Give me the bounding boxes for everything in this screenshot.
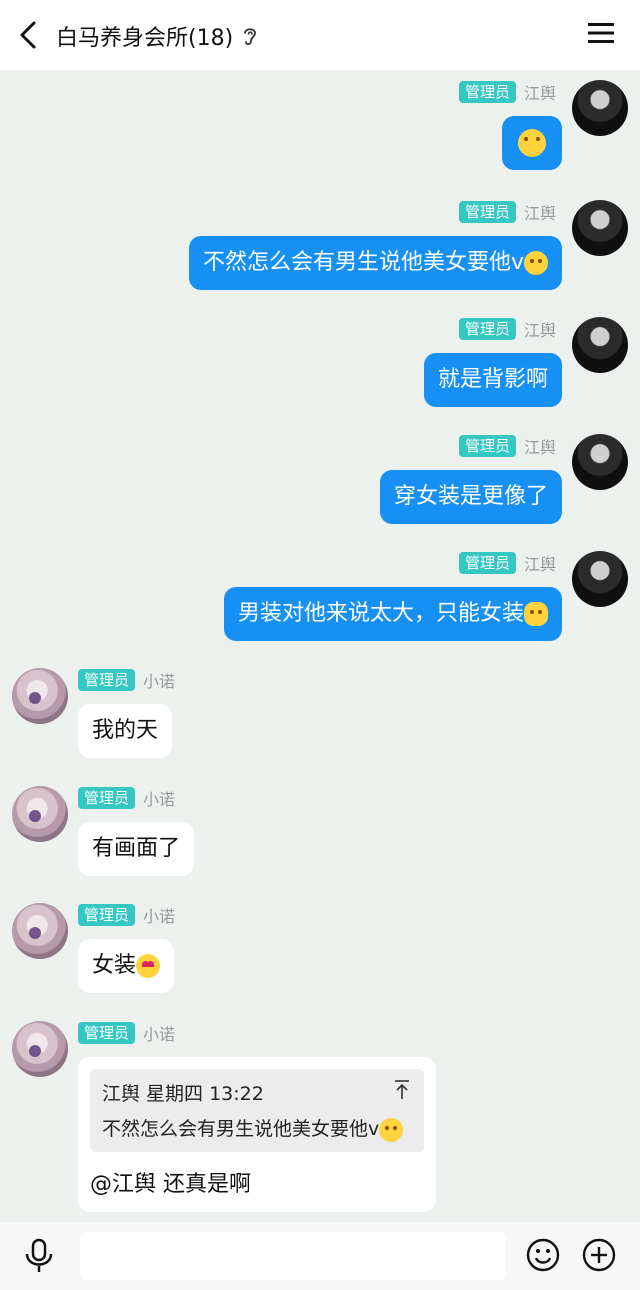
sender-name[interactable]: 小诺	[143, 1021, 175, 1045]
sender-name[interactable]: 小诺	[143, 786, 175, 810]
message-item: 管理员 小诺 我的天	[0, 668, 640, 768]
sender-name[interactable]: 江舆	[524, 200, 556, 224]
message-meta: 管理员 江舆	[458, 551, 556, 575]
message-meta: 管理员 江舆	[458, 80, 556, 104]
admin-badge: 管理员	[78, 1022, 136, 1044]
avatar[interactable]	[572, 200, 628, 256]
back-icon[interactable]	[16, 20, 40, 50]
message-bubble[interactable]: 我的天	[78, 704, 173, 758]
avatar[interactable]	[12, 903, 68, 959]
avatar[interactable]	[12, 786, 68, 842]
message-text: 就是背影啊	[437, 367, 548, 392]
ear-icon	[244, 28, 257, 46]
message-item: 管理员 江舆 穿女装是更像了	[0, 424, 640, 534]
quote-header: 江舆 星期四 13:22	[102, 1083, 264, 1105]
add-attachment-icon[interactable]	[582, 1238, 616, 1272]
message-meta: 管理员 小诺	[78, 1021, 175, 1045]
reply-text: @江舆 还真是啊	[90, 1171, 251, 1197]
tongue-emoji-icon	[379, 1117, 404, 1142]
sender-name[interactable]: 江舆	[524, 551, 556, 575]
tongue-emoji-icon	[524, 251, 548, 275]
message-text: 男装对他来说太大，只能女装	[237, 601, 524, 626]
message-text: 穿女装是更像了	[393, 484, 548, 509]
message-item: 管理员 小诺 有画面了	[0, 786, 640, 886]
sender-name[interactable]: 江舆	[524, 317, 556, 341]
sender-name[interactable]: 江舆	[524, 434, 556, 458]
avatar[interactable]	[572, 434, 628, 490]
message-bubble[interactable]: 穿女装是更像了	[379, 470, 562, 524]
message-item: 管理员 江舆 就是背影啊	[0, 307, 640, 417]
quote-text-content: 不然怎么会有男生说他美女要他v	[102, 1118, 380, 1140]
message-meta: 管理员 江舆	[458, 317, 556, 341]
message-item: 管理员 江舆	[0, 70, 640, 180]
message-item: 管理员 小诺 江舆 星期四 13:22 不然怎么会有男生说他美女要他v @江舆 …	[0, 1021, 640, 1221]
message-bubble[interactable]: 男装对他来说太大，只能女装	[223, 587, 562, 641]
message-bubble[interactable]	[502, 116, 562, 170]
avatar[interactable]	[12, 1021, 68, 1077]
admin-badge: 管理员	[458, 81, 516, 103]
heart-eyes-emoji-icon	[136, 954, 161, 978]
admin-badge: 管理员	[458, 552, 516, 574]
message-bubble[interactable]: 有画面了	[78, 822, 195, 876]
sender-name[interactable]: 江舆	[524, 80, 556, 104]
message-text: 有画面了	[92, 836, 181, 861]
microphone-icon[interactable]	[22, 1238, 56, 1274]
message-input[interactable]	[80, 1232, 506, 1280]
message-list[interactable]: 管理员 江舆 管理员 江舆 不然怎么会有男生说他美女要他v 管理员 江舆 就是背…	[0, 70, 640, 1222]
reply-bubble[interactable]: 江舆 星期四 13:22 不然怎么会有男生说他美女要他v @江舆 还真是啊	[78, 1057, 436, 1212]
menu-icon[interactable]	[588, 22, 614, 44]
message-bubble[interactable]: 就是背影啊	[423, 353, 562, 407]
message-meta: 管理员 江舆	[458, 434, 556, 458]
jump-to-quote-icon[interactable]	[394, 1079, 410, 1101]
admin-badge: 管理员	[78, 904, 136, 926]
message-item: 管理员 江舆 不然怎么会有男生说他美女要他v	[0, 190, 640, 300]
chat-header: 白马养身会所(18)	[0, 0, 640, 70]
admin-badge: 管理员	[458, 435, 516, 457]
smile-emoji-icon	[518, 129, 546, 157]
message-bubble[interactable]: 女装	[78, 939, 175, 993]
sender-name[interactable]: 小诺	[143, 903, 175, 927]
input-bar	[0, 1222, 640, 1290]
admin-badge: 管理员	[78, 787, 136, 809]
avatar[interactable]	[572, 551, 628, 607]
quote-text: 不然怎么会有男生说他美女要他v	[102, 1114, 412, 1142]
admin-badge: 管理员	[458, 318, 516, 340]
admin-badge: 管理员	[78, 669, 136, 691]
admin-badge: 管理员	[458, 201, 516, 223]
message-text: 不然怎么会有男生说他美女要他v	[202, 250, 524, 275]
quoted-message[interactable]: 江舆 星期四 13:22 不然怎么会有男生说他美女要他v	[90, 1069, 424, 1152]
message-meta: 管理员 小诺	[78, 668, 175, 692]
chat-title[interactable]: 白马养身会所(18)	[56, 20, 259, 52]
message-item: 管理员 江舆 男装对他来说太大，只能女装	[0, 541, 640, 651]
message-meta: 管理员 小诺	[78, 786, 175, 810]
message-meta: 管理员 江舆	[458, 200, 556, 224]
message-text: 女装	[92, 953, 137, 978]
group-name: 白马养身会所(18)	[56, 26, 234, 51]
message-text: 我的天	[92, 718, 159, 743]
avatar[interactable]	[572, 80, 628, 136]
message-meta: 管理员 小诺	[78, 903, 175, 927]
message-item: 管理员 小诺 女装	[0, 903, 640, 1003]
emoji-picker-icon[interactable]	[526, 1238, 560, 1272]
avatar[interactable]	[572, 317, 628, 373]
avatar[interactable]	[12, 668, 68, 724]
clap-emoji-icon	[524, 602, 548, 626]
message-bubble[interactable]: 不然怎么会有男生说他美女要他v	[188, 236, 562, 290]
sender-name[interactable]: 小诺	[143, 668, 175, 692]
